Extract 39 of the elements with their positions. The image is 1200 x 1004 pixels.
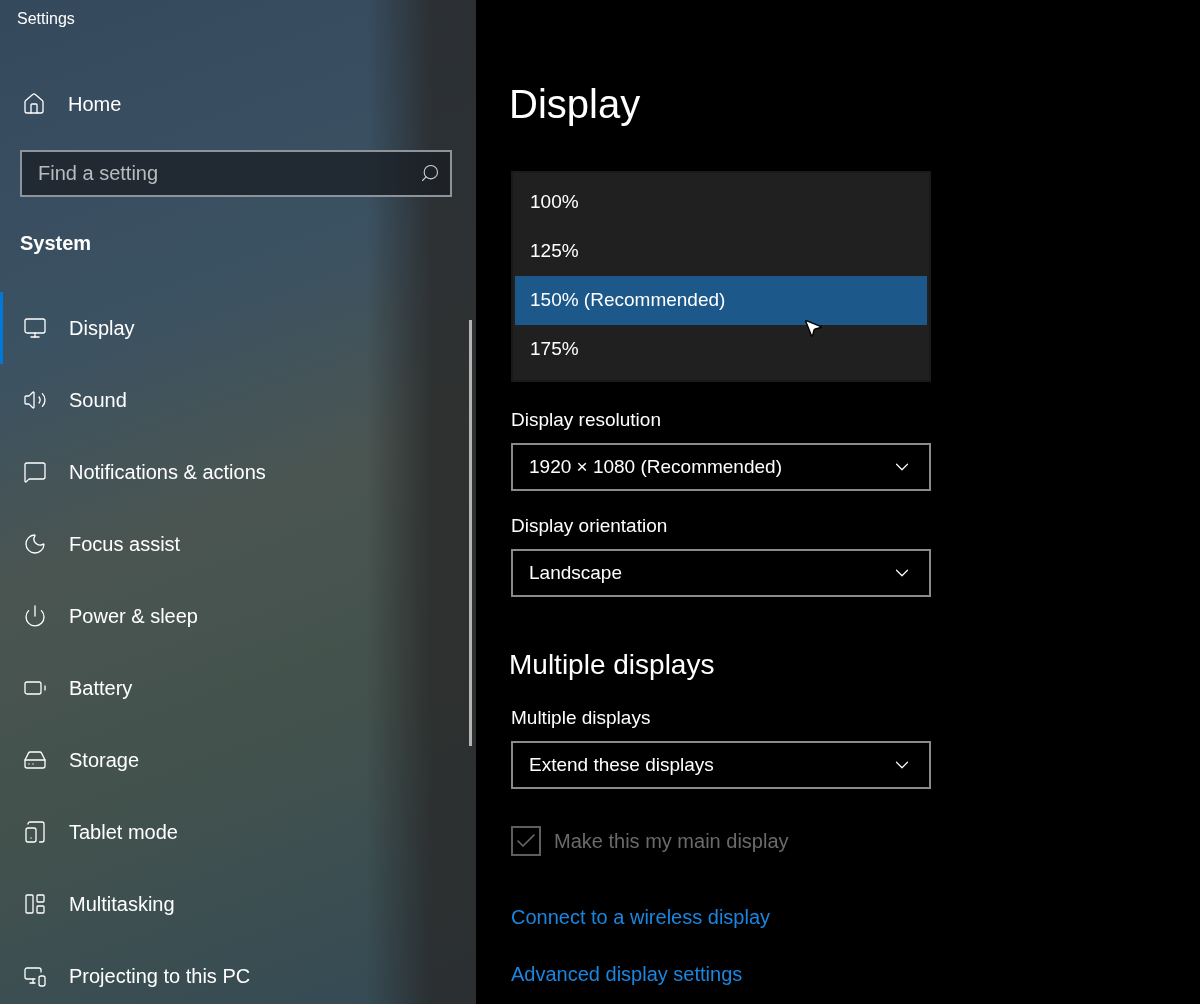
windows-icon	[23, 892, 47, 916]
tablet-icon	[23, 820, 47, 844]
search-icon	[420, 163, 440, 183]
nav-item[interactable]: Notifications & actions	[0, 436, 476, 508]
section-heading: System	[20, 231, 92, 256]
power-icon	[23, 604, 47, 628]
field-label: Multiple displays	[511, 706, 652, 730]
screens-icon	[23, 964, 47, 988]
field-label: Display resolution	[511, 408, 662, 432]
monitor-icon	[23, 316, 47, 340]
nav-item[interactable]: Multitasking	[0, 868, 476, 940]
menu-option[interactable]: 100%	[515, 178, 927, 227]
menu-option[interactable]: 175%	[515, 325, 927, 374]
mouse-pointer-icon	[802, 317, 824, 339]
page-title: Display	[509, 81, 641, 128]
dropdown[interactable]: 1920 × 1080 (Recommended)	[511, 443, 931, 491]
search-field[interactable]: Find a setting	[20, 150, 452, 197]
nav-item[interactable]: Focus assist	[0, 508, 476, 580]
nav-item[interactable]: Tablet mode	[0, 796, 476, 868]
menu-option[interactable]: 125%	[515, 227, 927, 276]
nav-item[interactable]: Sound	[0, 364, 476, 436]
speech-bubble-icon	[23, 460, 47, 484]
drive-icon	[23, 748, 47, 772]
nav-item[interactable]: Power & sleep	[0, 580, 476, 652]
home-icon	[22, 92, 46, 116]
nav-item[interactable]: Projecting to this PC	[0, 940, 476, 1004]
nav-item[interactable]: Battery	[0, 652, 476, 724]
dropdown[interactable]: Extend these displays	[511, 741, 931, 789]
field-label: Display orientation	[511, 514, 669, 538]
link[interactable]: Connect to a wireless display	[511, 905, 770, 929]
home-link[interactable]: Home	[22, 89, 122, 119]
moon-icon	[23, 532, 47, 556]
section-heading: Multiple displays	[509, 648, 715, 682]
menu-option[interactable]: 150% (Recommended)	[515, 276, 927, 325]
window-title: Settings	[17, 9, 75, 29]
nav-item[interactable]: Storage	[0, 724, 476, 796]
link[interactable]: Advanced display settings	[511, 962, 743, 986]
dropdown[interactable]: Landscape	[511, 549, 931, 597]
speaker-icon	[23, 388, 47, 412]
